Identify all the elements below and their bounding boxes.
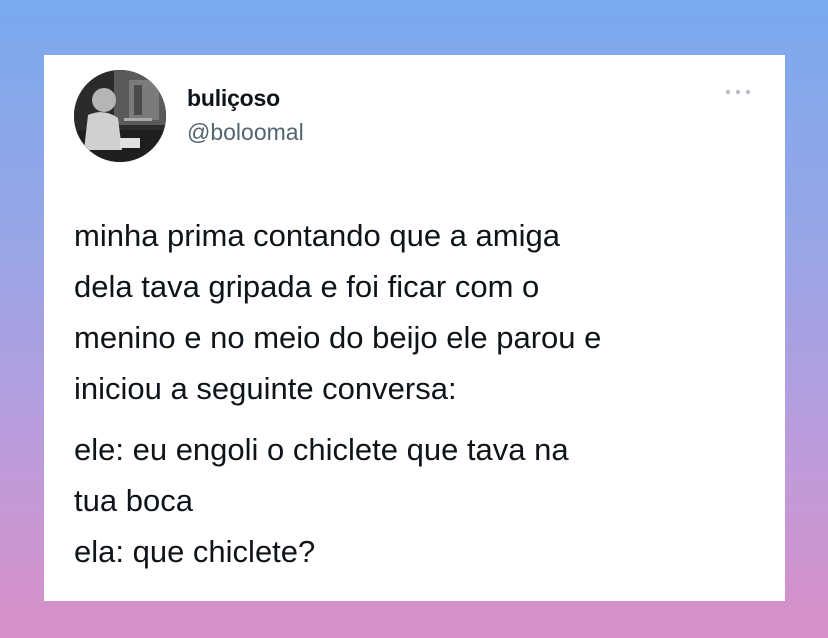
author-handle[interactable]: @boloomal <box>187 119 304 146</box>
avatar[interactable] <box>74 70 166 162</box>
tweet-line: menino e no meio do beijo ele parou e <box>74 320 602 355</box>
tweet-card: buliçoso @boloomal minha prima contando … <box>44 55 785 601</box>
tweet-paragraph: ele: eu engoli o chiclete que tava na tu… <box>74 424 774 577</box>
tweet-paragraph: minha prima contando que a amiga dela ta… <box>74 210 774 414</box>
tweet-line: dela tava gripada e foi ficar com o <box>74 269 540 304</box>
tweet-line: minha prima contando que a amiga <box>74 218 560 253</box>
tweet-line: ele: eu engoli o chiclete que tava na <box>74 432 569 467</box>
tweet-line: ela: que chiclete? <box>74 534 316 569</box>
tweet-line: tua boca <box>74 483 193 518</box>
tweet-body: minha prima contando que a amiga dela ta… <box>74 210 774 577</box>
author-display-name[interactable]: buliçoso <box>187 85 280 112</box>
avatar-photo-icon <box>74 70 166 162</box>
more-horizontal-icon[interactable] <box>722 85 754 99</box>
tweet-line: iniciou a seguinte conversa: <box>74 371 457 406</box>
